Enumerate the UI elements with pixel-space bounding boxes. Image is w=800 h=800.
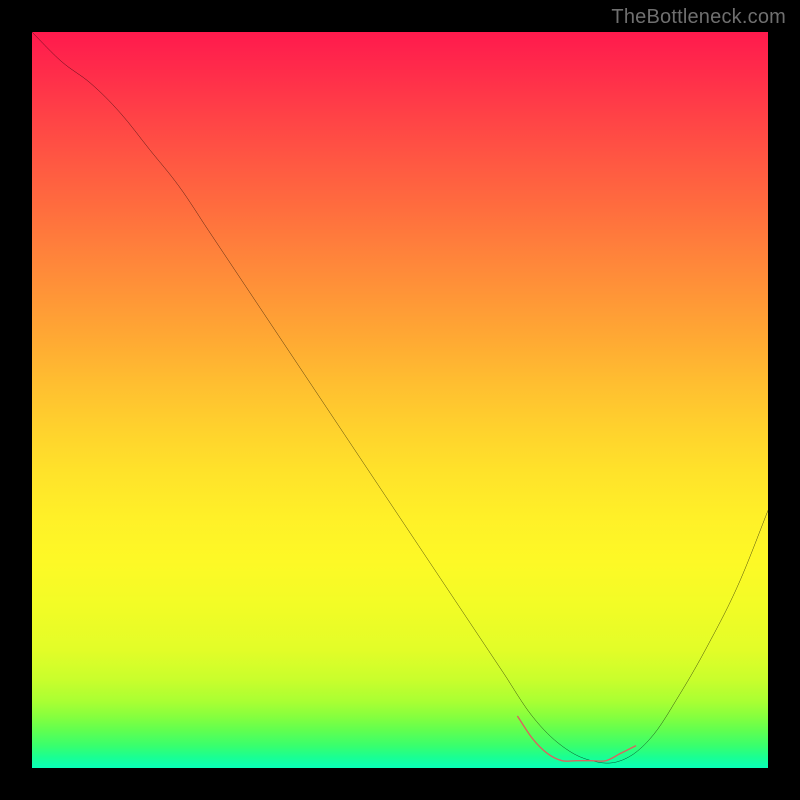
bottleneck-curve: [32, 32, 768, 763]
chart-frame: TheBottleneck.com: [0, 0, 800, 800]
watermark-text: TheBottleneck.com: [611, 6, 786, 29]
plot-area: [32, 32, 768, 768]
highlight-min-segment: [518, 716, 636, 761]
curve-layer: [32, 32, 768, 768]
